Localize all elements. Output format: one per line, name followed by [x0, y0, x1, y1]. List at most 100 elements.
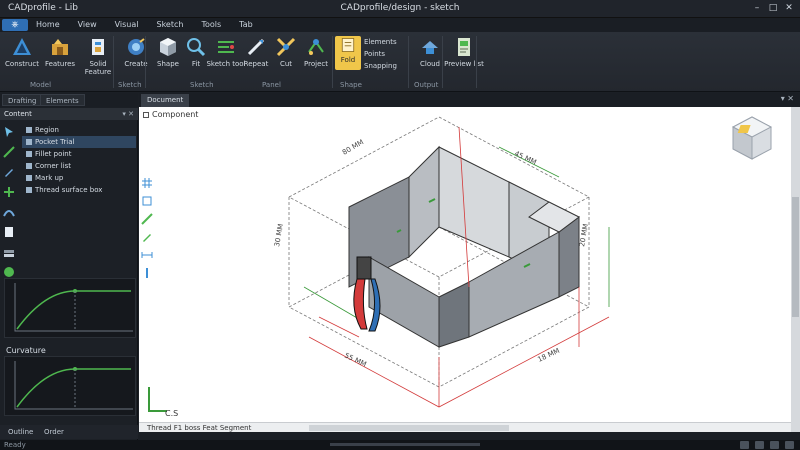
menu-item-tools[interactable]: Tools: [201, 20, 221, 29]
select-tool-icon[interactable]: [3, 126, 15, 138]
group-label-sketch: Sketch: [118, 81, 142, 89]
tab-document[interactable]: Document: [141, 94, 190, 107]
left-panel-bottom-tabs: Outline Order: [0, 425, 138, 439]
svg-text:30 MM: 30 MM: [273, 223, 285, 247]
points-option[interactable]: Points: [364, 48, 408, 60]
tab-drafting[interactable]: Drafting: [2, 94, 43, 106]
snapping-option[interactable]: Snapping: [364, 60, 408, 72]
tab-order[interactable]: Order: [40, 426, 68, 438]
group-label-sketch-2: Sketch: [190, 81, 214, 89]
title-bar: CADprofile - Lib CADprofile/design - ske…: [0, 0, 800, 18]
line-tool-icon[interactable]: [3, 146, 15, 158]
feature-icon: [26, 175, 32, 181]
status-bar: Ready: [0, 440, 800, 450]
move-tool-icon[interactable]: [3, 186, 15, 198]
construct-icon: [13, 38, 31, 55]
ribbon-separator: [145, 36, 146, 88]
ortho-toggle-icon[interactable]: [770, 441, 779, 449]
minimize-button[interactable]: –: [750, 2, 764, 15]
content-panel-header: Content ▾ ✕: [0, 108, 138, 120]
project-icon: [308, 39, 324, 55]
viewport-horizontal-scrollbar[interactable]: [309, 425, 509, 431]
maximize-button[interactable]: □: [766, 2, 780, 15]
ribbon-separator: [442, 36, 443, 88]
window-controls: – □ ✕: [750, 2, 796, 15]
document-tool-icon[interactable]: [3, 226, 15, 238]
features-button[interactable]: Features: [40, 36, 80, 76]
solid-feature-button[interactable]: Solid Feature: [78, 36, 118, 76]
features-icon: [52, 39, 68, 55]
menu-item-home[interactable]: Home: [36, 20, 60, 29]
project-button[interactable]: Project: [296, 36, 336, 76]
ribbon-separator: [113, 36, 114, 88]
group-label-shape: Shape: [340, 81, 362, 89]
tab-outline[interactable]: Outline: [4, 426, 37, 438]
grid-toggle-icon[interactable]: [740, 441, 749, 449]
coordinate-system-label: C.S: [165, 409, 179, 418]
menu-item-sketch[interactable]: Sketch: [157, 20, 184, 29]
menu-item-tab[interactable]: Tab: [239, 20, 253, 29]
viewport-tab-bar: Document ▾ ✕: [139, 93, 800, 107]
ribbon-separator: [476, 36, 477, 88]
settings-icon[interactable]: [785, 441, 794, 449]
fold-button[interactable]: Fold: [335, 36, 361, 70]
status-icons: [740, 441, 794, 449]
tree-item-thread-surface[interactable]: Thread surface box: [22, 184, 136, 196]
elements-option[interactable]: Elements: [364, 36, 408, 48]
tree-item-mark-up[interactable]: Mark up: [22, 172, 136, 184]
content-panel: Region Pocket Trial Fillet point Corner …: [0, 120, 138, 440]
viewport-status-line: Thread F1 boss Feat Segment: [139, 422, 791, 432]
arc-tool-icon[interactable]: [3, 206, 15, 218]
feature-icon: [26, 127, 32, 133]
feature-icon: [26, 151, 32, 157]
fold-icon: [341, 38, 355, 52]
panel-options-dropdown[interactable]: ▾ ✕: [122, 108, 134, 120]
menu-item-view[interactable]: View: [78, 20, 97, 29]
preview-icon: [458, 38, 470, 56]
ribbon-toolbar: Construct Features Solid Feature Create …: [0, 32, 800, 92]
sketch-tool-icon: [218, 41, 234, 53]
viewport-menu-icon[interactable]: ▾ ✕: [781, 94, 794, 103]
application-menu-button[interactable]: ⎈: [2, 19, 28, 31]
tree-item-corner-list[interactable]: Corner list: [22, 160, 136, 172]
viewport-vertical-scrollbar[interactable]: [791, 107, 800, 432]
fit-icon: [187, 38, 206, 57]
curve-graph-upper: [14, 283, 133, 332]
tree-item-fillet-point[interactable]: Fillet point: [22, 148, 136, 160]
tab-elements[interactable]: Elements: [40, 94, 85, 106]
repeat-icon: [247, 38, 265, 56]
left-panel-tabs: Drafting Elements: [0, 93, 138, 107]
layers-tool-icon[interactable]: [3, 246, 15, 258]
tree-item-region[interactable]: Region: [22, 124, 136, 136]
curve-graph-lower: [14, 361, 133, 410]
feature-icon: [26, 139, 32, 145]
tree-item-pocket-trial[interactable]: Pocket Trial: [22, 136, 136, 148]
status-text: Ready: [4, 441, 26, 449]
ribbon-small-stack: Elements Points Snapping: [364, 36, 408, 72]
scrollbar-thumb[interactable]: [792, 197, 799, 317]
pencil-tool-icon[interactable]: [3, 166, 15, 178]
feature-tree: Region Pocket Trial Fillet point Corner …: [22, 124, 136, 196]
menu-item-visual[interactable]: Visual: [115, 20, 139, 29]
3d-viewport[interactable]: Component 80 MM 45 MM 30 MM 20 MM 55 MM …: [139, 107, 791, 432]
construct-button[interactable]: Construct: [2, 36, 42, 76]
snap-toggle-icon[interactable]: [755, 441, 764, 449]
curvature-panel-title: Curvature: [6, 346, 46, 355]
svg-text:45 MM: 45 MM: [513, 150, 537, 167]
feature-icon: [26, 187, 32, 193]
curve-preview-upper: [4, 278, 136, 338]
document-title: CADprofile/design - sketch: [340, 3, 460, 13]
group-label-output: Output: [414, 81, 439, 89]
cloud-icon: [422, 41, 438, 54]
cut-icon: [276, 37, 296, 57]
close-button[interactable]: ✕: [782, 2, 796, 15]
color-tool-icon[interactable]: [3, 266, 15, 278]
svg-text:55 MM: 55 MM: [343, 352, 367, 369]
feature-icon: [26, 163, 32, 169]
menu-bar: ⎈ Home View Visual Sketch Tools Tab: [0, 18, 800, 32]
ribbon-separator: [332, 36, 333, 88]
zoom-slider[interactable]: [330, 443, 480, 446]
ribbon-separator: [408, 36, 409, 88]
svg-text:80 MM: 80 MM: [341, 138, 365, 157]
preview-list-button[interactable]: Preview list: [444, 36, 484, 76]
